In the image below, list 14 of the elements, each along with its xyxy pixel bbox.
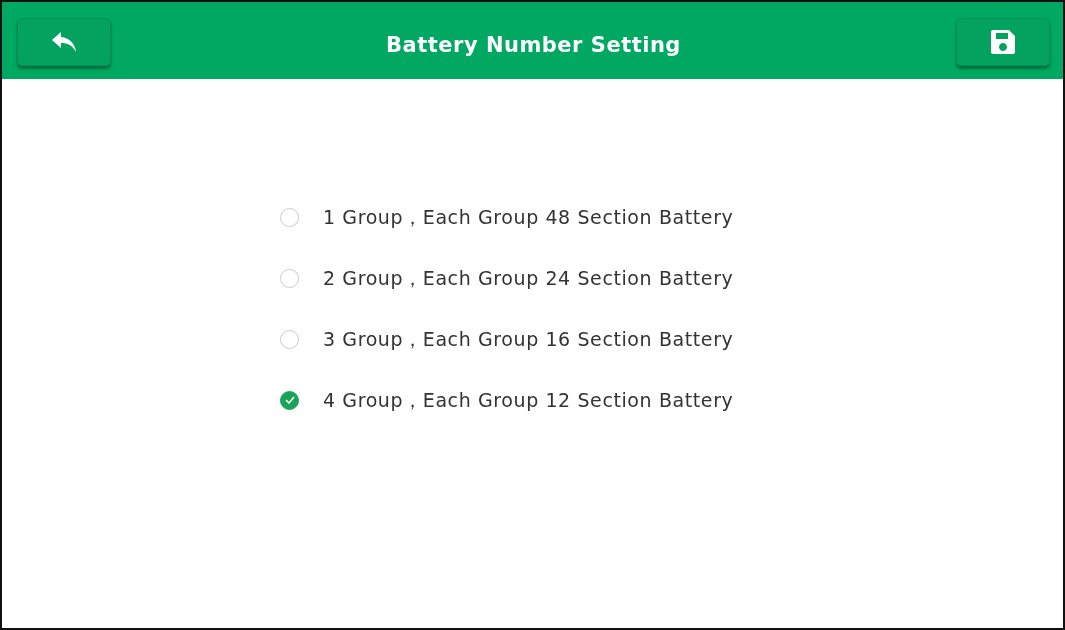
- option-label[interactable]: 1 Group，Each Group 48 Section Battery: [323, 204, 734, 230]
- page-title: Battery Number Setting: [386, 32, 681, 59]
- check-icon: [284, 396, 295, 404]
- option-label[interactable]: 2 Group，Each Group 24 Section Battery: [323, 265, 734, 291]
- radio-button[interactable]: [280, 268, 299, 288]
- save-icon: [990, 29, 1016, 55]
- radio-button[interactable]: [280, 390, 299, 410]
- back-arrow-icon: [50, 30, 78, 54]
- back-button[interactable]: [17, 18, 111, 66]
- radio-button[interactable]: [280, 329, 299, 349]
- option-label[interactable]: 4 Group，Each Group 12 Section Battery: [323, 387, 734, 413]
- radio-button[interactable]: [280, 207, 299, 227]
- option-label[interactable]: 3 Group，Each Group 16 Section Battery: [323, 326, 734, 352]
- save-button[interactable]: [956, 18, 1050, 66]
